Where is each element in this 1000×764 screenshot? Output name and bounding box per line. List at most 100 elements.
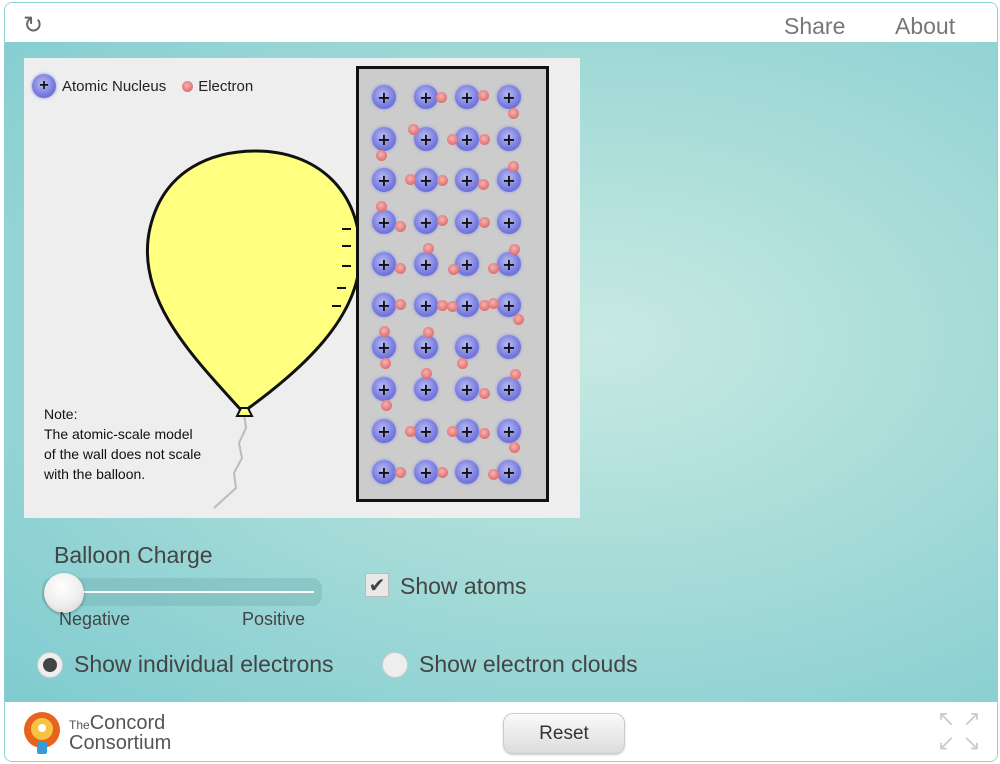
- slider-min-label: Negative: [59, 609, 131, 629]
- wall-electron: [488, 469, 499, 480]
- wall-electron: [395, 299, 406, 310]
- wall-electron: [405, 426, 416, 437]
- wall-electron: [379, 326, 390, 337]
- atom-nucleus: +: [497, 460, 521, 484]
- wall-electron: [395, 467, 406, 478]
- wall-electron: [437, 215, 448, 226]
- wall-electron: [448, 264, 459, 275]
- atom-nucleus: +: [372, 293, 396, 317]
- wall-electron: [376, 150, 387, 161]
- wall-electron: [488, 298, 499, 309]
- wall-electron: [376, 201, 387, 212]
- app-window: ↻ Share About + Atomic Nucleus Electron: [4, 2, 998, 762]
- wall-electron: [479, 217, 490, 228]
- wall-electron: [421, 368, 432, 379]
- atom-nucleus: +: [455, 377, 479, 401]
- wall-electron: [478, 179, 489, 190]
- atom-nucleus: +: [372, 252, 396, 276]
- atom-nucleus: +: [497, 377, 521, 401]
- note: Note: The atomic-scale model of the wall…: [44, 404, 201, 484]
- balloon-string: [213, 412, 248, 509]
- radio-individual-electrons[interactable]: [37, 652, 63, 678]
- atom-nucleus: +: [414, 377, 438, 401]
- about-link[interactable]: About: [895, 13, 955, 40]
- radio-selected-dot: [43, 658, 57, 672]
- atom-nucleus: +: [414, 252, 438, 276]
- lightbulb-logo-icon: [24, 712, 60, 754]
- fullscreen-icon[interactable]: ↖ ↗ ↙ ↘: [937, 708, 987, 758]
- atom-nucleus: +: [455, 252, 479, 276]
- atom-nucleus: +: [414, 210, 438, 234]
- wall-electron: [488, 263, 499, 274]
- concord-logo[interactable]: TheConcord Consortium: [19, 708, 171, 758]
- reset-button[interactable]: Reset: [503, 713, 625, 754]
- atom-nucleus: +: [497, 127, 521, 151]
- atom-nucleus: +: [497, 210, 521, 234]
- atom-nucleus: +: [372, 377, 396, 401]
- atom-nucleus: +: [497, 335, 521, 359]
- wall-electron: [380, 358, 391, 369]
- show-atoms-checkbox[interactable]: ✔: [365, 573, 389, 597]
- wall-electron: [508, 161, 519, 172]
- atom-nucleus: +: [455, 293, 479, 317]
- wall-electron: [436, 92, 447, 103]
- atom-nucleus: +: [455, 419, 479, 443]
- slider-track: [62, 591, 314, 593]
- wall: + + + + + + + + + + + + + + + + + + + + + + + + + + + + + + + + + + + + + + + +: [356, 66, 549, 502]
- radio-individual-label[interactable]: Show individual electrons: [74, 651, 334, 678]
- wall-electron: [479, 134, 490, 145]
- atom-nucleus: +: [414, 419, 438, 443]
- checkmark-icon: ✔: [368, 573, 386, 597]
- note-line: with the balloon.: [44, 466, 146, 482]
- radio-clouds-label[interactable]: Show electron clouds: [419, 651, 638, 678]
- slider-max-label: Positive: [242, 609, 306, 629]
- atom-nucleus: +: [455, 168, 479, 192]
- atom-nucleus: +: [414, 168, 438, 192]
- wall-electron: [509, 442, 520, 453]
- wall-electron: [479, 388, 490, 399]
- wall-electron: [509, 244, 520, 255]
- slider-thumb[interactable]: [44, 573, 84, 613]
- main-area: + Atomic Nucleus Electron + + + + + + + + + + + + + +…: [5, 42, 997, 702]
- wall-electron: [478, 90, 489, 101]
- wall-electron: [408, 124, 419, 135]
- atom-nucleus: +: [497, 85, 521, 109]
- top-bar: ↻ Share About: [5, 3, 997, 42]
- logo-line1: Concord: [89, 712, 166, 734]
- atom-nucleus: +: [372, 168, 396, 192]
- wall-electron: [395, 221, 406, 232]
- wall-electron: [510, 369, 521, 380]
- logo-the: The: [69, 718, 90, 732]
- wall-electron: [423, 327, 434, 338]
- atom-nucleus: +: [414, 460, 438, 484]
- bottom-bar: TheConcord Consortium Reset ↖ ↗ ↙ ↘: [5, 702, 997, 761]
- wall-electron: [395, 263, 406, 274]
- simulation-canvas: + Atomic Nucleus Electron + + + + + + + + + + + + + +…: [24, 58, 580, 518]
- share-link[interactable]: Share: [784, 13, 845, 40]
- reload-icon[interactable]: ↻: [23, 11, 43, 39]
- wall-electron: [479, 428, 490, 439]
- wall-electron: [437, 175, 448, 186]
- wall-electron: [437, 467, 448, 478]
- atom-nucleus: +: [455, 210, 479, 234]
- atom-nucleus: +: [372, 460, 396, 484]
- atom-nucleus: +: [497, 168, 521, 192]
- show-atoms-label[interactable]: Show atoms: [400, 573, 527, 600]
- atom-nucleus: +: [497, 252, 521, 276]
- atom-nucleus: +: [414, 293, 438, 317]
- atom-nucleus: +: [372, 127, 396, 151]
- atom-nucleus: +: [372, 85, 396, 109]
- atom-nucleus: +: [414, 335, 438, 359]
- balloon-charge-title: Balloon Charge: [54, 542, 213, 568]
- atom-nucleus: +: [372, 210, 396, 234]
- atom-nucleus: +: [372, 335, 396, 359]
- wall-electron: [423, 243, 434, 254]
- balloon-charge-slider[interactable]: [42, 573, 322, 613]
- wall-electron: [447, 426, 458, 437]
- atom-nucleus: +: [455, 335, 479, 359]
- atom-nucleus: +: [372, 419, 396, 443]
- atom-nucleus: +: [455, 460, 479, 484]
- radio-electron-clouds[interactable]: [382, 652, 408, 678]
- wall-electron: [447, 301, 458, 312]
- atom-nucleus: +: [455, 85, 479, 109]
